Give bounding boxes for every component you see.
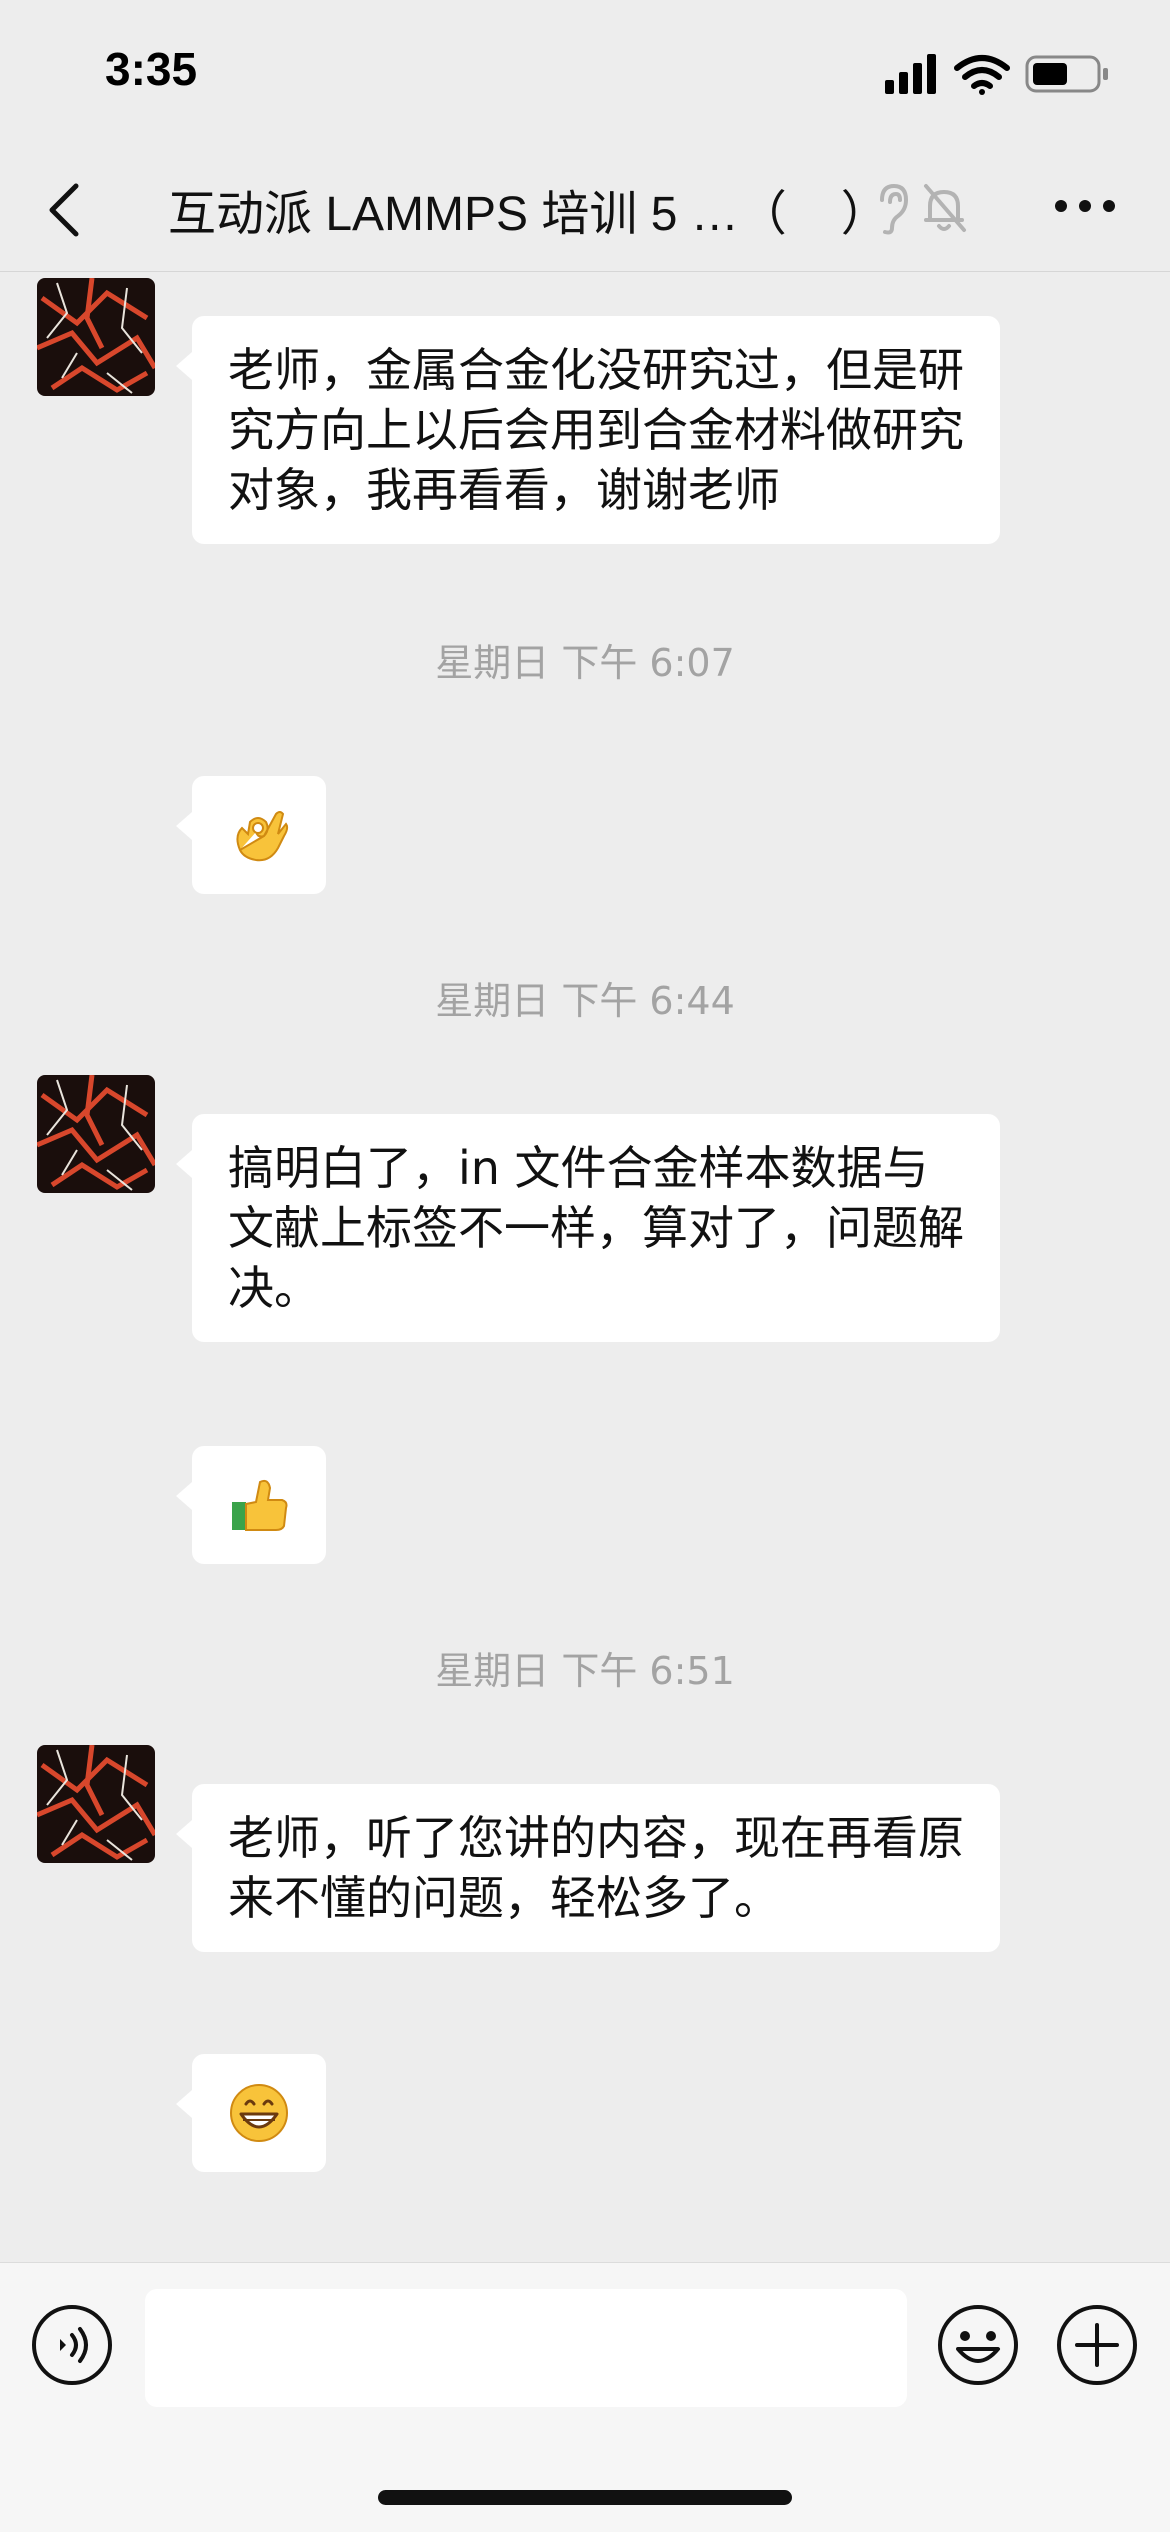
grinning-emoji-icon [230,2084,288,2142]
battery-icon [1025,55,1108,93]
avatar-image [37,278,155,396]
chat-title-text: 互动派 LAMMPS 培训 5 …（ [168,188,787,241]
avatar[interactable] [37,278,155,396]
status-icons [885,54,1108,95]
message-timestamp: 星期日 下午 6:51 [435,1649,735,1693]
message-text: 老师，听了您讲的内容，现在再看原来不懂的问题，轻松多了。 [228,1811,964,1925]
back-button[interactable] [40,180,90,240]
more-functions-button[interactable] [1055,2303,1139,2387]
message-text: 搞明白了，in 文件合金样本数据与文献上标签不一样，算对了，问题解决。 [228,1141,964,1315]
emoji-button[interactable] [936,2303,1020,2387]
wifi-icon [954,55,1010,95]
chat-title[interactable]: 互动派 LAMMPS 培训 5 …（） [168,174,889,244]
plus-icon [1057,2305,1137,2385]
ear-icon [880,183,909,235]
home-indicator [378,2490,792,2505]
message-input[interactable] [145,2289,907,2407]
smiley-icon [938,2305,1018,2385]
chat-header: 互动派 LAMMPS 培训 5 …（） [0,150,1170,272]
voice-icon [32,2305,112,2385]
message-bubble[interactable] [176,776,326,894]
avatar[interactable] [37,1745,155,1863]
message-bubble[interactable] [176,2054,326,2172]
message-bubble[interactable]: 老师，金属合金化没研究过，但是研究方向上以后会用到合金材料做研究对象，我再看看，… [176,316,1000,544]
status-bar: 3:35 [0,0,1170,150]
voice-button[interactable] [30,2303,114,2387]
ok-hand-emoji-icon [236,811,289,862]
status-time: 3:35 [105,43,198,95]
message-bubble[interactable]: 老师，听了您讲的内容，现在再看原来不懂的问题，轻松多了。 [176,1784,1000,1952]
signal-icon [885,54,936,94]
avatar-image [37,1075,155,1193]
message-timestamp: 星期日 下午 6:44 [435,979,735,1023]
more-button[interactable] [1052,186,1118,226]
message-bubble[interactable] [176,1446,326,1564]
avatar[interactable] [37,1075,155,1193]
more-dots-icon [1055,200,1115,212]
avatar-image [37,1745,155,1863]
message-bubble[interactable]: 搞明白了，in 文件合金样本数据与文献上标签不一样，算对了，问题解决。 [176,1114,1000,1342]
message-timestamp: 星期日 下午 6:07 [435,641,735,685]
thumbs-up-emoji-icon [232,1479,288,1531]
muted-bell-icon [924,184,966,232]
message-text: 老师，金属合金化没研究过，但是研究方向上以后会用到合金材料做研究对象，我再看看，… [228,343,964,517]
chevron-left-icon [49,183,79,237]
